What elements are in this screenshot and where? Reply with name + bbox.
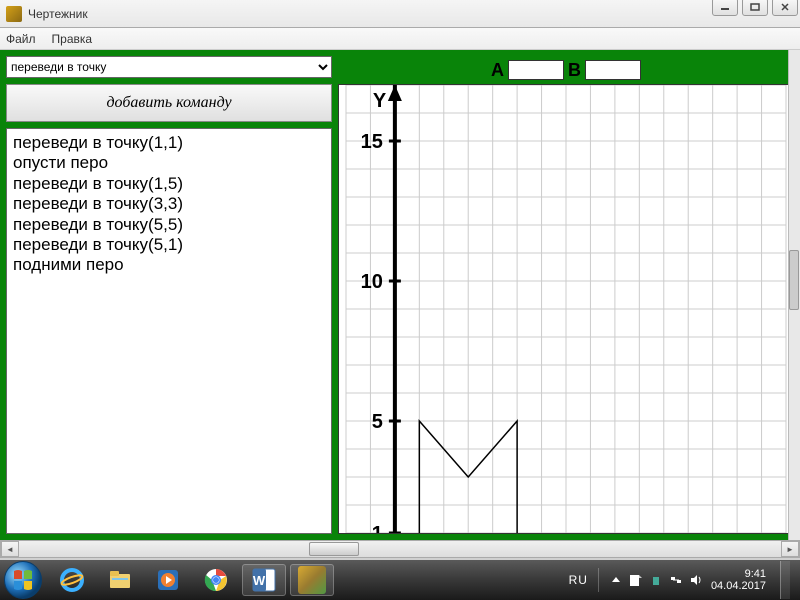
window-title: Чертежник <box>28 7 88 21</box>
drawing-canvas[interactable]: Y151015 <box>338 84 794 534</box>
svg-text:1: 1 <box>372 523 383 533</box>
minimize-button[interactable] <box>712 0 738 16</box>
right-panel: A B Y151015 <box>338 56 794 534</box>
app-icon <box>6 6 22 22</box>
input-b[interactable] <box>585 60 641 80</box>
list-item[interactable]: подними перо <box>13 255 325 275</box>
menu-edit[interactable]: Правка <box>52 32 93 46</box>
content-area: переведи в точку добавить команду переве… <box>0 50 800 540</box>
label-a: A <box>491 60 504 81</box>
list-item[interactable]: переведи в точку(1,5) <box>13 174 325 194</box>
command-list[interactable]: переведи в точку(1,1) опусти перо переве… <box>6 128 332 534</box>
chart-svg: Y151015 <box>339 85 793 533</box>
input-a[interactable] <box>508 60 564 80</box>
taskbar-chrome[interactable] <box>194 564 238 596</box>
vertical-scrollbar[interactable] <box>788 50 800 540</box>
scroll-right-button[interactable]: ► <box>781 541 799 557</box>
svg-text:15: 15 <box>361 131 383 153</box>
vscroll-thumb[interactable] <box>789 250 799 310</box>
list-item[interactable]: переведи в точку(5,1) <box>13 235 325 255</box>
list-item[interactable]: переведи в точку(1,1) <box>13 133 325 153</box>
tray-separator <box>598 568 599 592</box>
scroll-track[interactable] <box>19 541 781 557</box>
svg-text:10: 10 <box>361 271 383 293</box>
scroll-left-button[interactable]: ◄ <box>1 541 19 557</box>
clock-time: 9:41 <box>711 568 766 580</box>
horizontal-scrollbar[interactable]: ◄ ► <box>0 540 800 558</box>
tray-icons <box>609 573 703 587</box>
taskbar-explorer[interactable] <box>98 564 142 596</box>
taskbar-media-player[interactable] <box>146 564 190 596</box>
taskbar-app[interactable] <box>290 564 334 596</box>
menu-file[interactable]: Файл <box>6 32 36 46</box>
taskbar-word[interactable]: W <box>242 564 286 596</box>
maximize-button[interactable] <box>742 0 768 16</box>
clock[interactable]: 9:41 04.04.2017 <box>711 568 766 592</box>
command-select[interactable]: переведи в точку <box>6 56 332 78</box>
list-item[interactable]: переведи в точку(5,5) <box>13 215 325 235</box>
titlebar: Чертежник <box>0 0 800 28</box>
clock-date: 04.04.2017 <box>711 580 766 592</box>
show-desktop-button[interactable] <box>780 561 790 599</box>
taskbar-ie[interactable] <box>50 564 94 596</box>
menubar: Файл Правка <box>0 28 800 50</box>
scroll-thumb[interactable] <box>309 542 359 556</box>
action-center-icon[interactable] <box>629 573 643 587</box>
tray-arrow-icon[interactable] <box>609 573 623 587</box>
svg-text:Y: Y <box>373 90 387 112</box>
volume-icon[interactable] <box>689 573 703 587</box>
add-command-button[interactable]: добавить команду <box>6 84 332 122</box>
close-button[interactable] <box>772 0 798 16</box>
system-tray: RU 9:41 04.04.2017 <box>569 561 796 599</box>
svg-text:W: W <box>253 573 266 588</box>
svg-text:5: 5 <box>372 411 383 433</box>
language-indicator[interactable]: RU <box>569 573 588 587</box>
taskbar: W RU 9:41 04.04.2017 <box>0 560 800 600</box>
usb-icon[interactable] <box>649 573 663 587</box>
ab-input-bar: A B <box>338 56 794 84</box>
list-item[interactable]: опусти перо <box>13 153 325 173</box>
left-panel: переведи в точку добавить команду переве… <box>6 56 332 534</box>
window-controls <box>712 0 798 16</box>
list-item[interactable]: переведи в точку(3,3) <box>13 194 325 214</box>
network-icon[interactable] <box>669 573 683 587</box>
label-b: B <box>568 60 581 81</box>
start-button[interactable] <box>4 561 42 599</box>
